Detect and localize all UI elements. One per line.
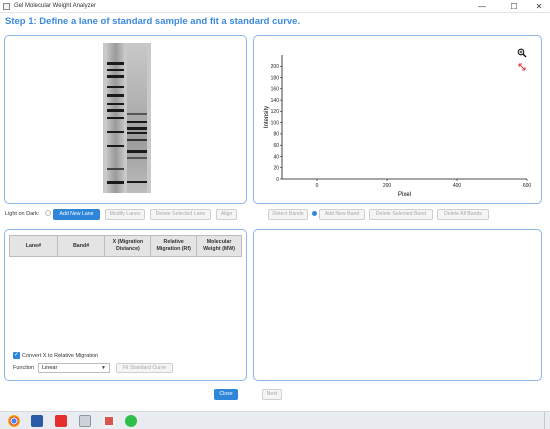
function-label: Function [13,365,35,371]
header-band[interactable]: Band# [56,235,106,257]
chevron-down-icon: ▼ [101,365,106,371]
show-desktop-button[interactable] [544,412,550,429]
y-tick-label: 40 [273,154,279,160]
y-tick-label: 20 [273,166,279,172]
delete-selected-lane-button[interactable]: Delete Selected Lane [150,209,211,220]
gel-band [107,62,124,65]
light-on-dark-toggle[interactable] [45,210,51,216]
x-tick-label: 200 [383,183,392,189]
gel-band [127,150,147,153]
window-title: Gel Molecular Weight Analyzer [14,3,96,9]
intensity-chart[interactable]: 0 20 40 60 80 100 120 140 160 180 200 0 200 400 600 Pi… [254,36,541,203]
y-tick-label: 200 [271,64,280,70]
reset-axes-icon[interactable] [518,63,526,71]
close-window-button[interactable]: ✕ [528,0,550,13]
gel-band [127,121,147,123]
gel-lane-sample [127,43,147,193]
gel-band [107,145,124,147]
convert-relative-migration-checkbox[interactable]: ✓ [13,352,20,359]
y-tick-label: 140 [271,98,280,104]
y-axis-label: Intensity [264,106,270,128]
y-tick-label: 100 [271,120,280,126]
y-tick-label: 180 [271,75,280,81]
zoom-icon[interactable] [517,48,527,58]
y-tick-label: 120 [271,109,280,115]
window-titlebar: Gel Molecular Weight Analyzer — ☐ ✕ [0,0,550,13]
gel-band [107,75,124,78]
gel-band [107,168,124,170]
mail-icon[interactable] [103,415,115,427]
app-shield-icon[interactable] [31,415,43,427]
x-tick-label: 600 [523,183,532,189]
gel-band [127,132,147,134]
x-tick-label: 0 [316,183,319,189]
gel-band [107,117,124,119]
gel-analyzer-taskbar-icon[interactable] [79,415,91,427]
app-icon [3,3,10,10]
y-tick-label: 80 [273,132,279,138]
gel-band [107,103,124,105]
gel-band [127,181,147,183]
delete-all-bands-button[interactable]: Delete All Bands [437,209,489,220]
header-relative-migration[interactable]: Relative Migration (Rf) [150,235,198,257]
light-on-dark-label: Light on Dark: [5,211,40,217]
detect-mode-radio[interactable] [312,211,317,216]
table-header-row: Lane# Band# X (Migration Distance) Relat… [9,235,242,257]
delete-selected-band-button[interactable]: Delete Selected Band [369,209,433,220]
chrome-icon[interactable] [8,415,20,427]
add-new-lane-button[interactable]: Add New Lane [53,209,100,220]
gel-band [127,113,147,115]
close-button[interactable]: Close [214,389,238,400]
gel-band [107,109,124,112]
gel-image-panel [4,35,247,204]
step-title: Step 1: Define a lane of standard sample… [5,16,301,27]
header-migration-distance[interactable]: X (Migration Distance) [104,235,152,257]
gel-band [127,139,147,141]
gel-band [107,181,124,184]
maximize-button[interactable]: ☐ [503,0,525,13]
gel-band [107,94,124,97]
modify-lanes-button[interactable]: Modify Lanes [105,209,145,220]
chart-axes: 0 20 40 60 80 100 120 140 160 180 200 0 200 400 600 [271,55,532,189]
gel-image[interactable] [103,43,151,193]
minimize-button[interactable]: — [471,0,493,13]
fit-standard-curve-button[interactable]: Fit Standard Curve [116,363,173,373]
red-app-icon[interactable] [55,415,67,427]
gel-band [127,127,147,130]
taskbar [0,411,550,429]
add-new-band-button[interactable]: Add New Band [319,209,365,220]
function-select-value: Linear [42,365,58,371]
intensity-plot-panel: 0 20 40 60 80 100 120 140 160 180 200 0 200 400 600 Pi… [253,35,542,204]
convert-relative-migration-label: Convert X to Relative Migration [22,353,99,359]
y-tick-label: 160 [271,87,280,93]
y-tick-label: 60 [273,143,279,149]
x-axis-label: Pixel [398,192,411,198]
gel-band [107,69,124,71]
y-tick-label: 0 [276,177,279,183]
gel-band [107,86,124,88]
gel-band [127,157,147,159]
next-button[interactable]: Next [262,389,282,400]
band-table-panel: Lane# Band# X (Migration Distance) Relat… [4,229,247,381]
align-button[interactable]: Align [216,209,237,220]
wechat-icon[interactable] [125,415,137,427]
detect-bands-button[interactable]: Detect Bands [268,209,308,220]
band-table: Lane# Band# X (Migration Distance) Relat… [9,235,242,257]
gel-band [107,131,124,133]
x-tick-label: 400 [453,183,462,189]
header-molecular-weight[interactable]: Molecular Weight (MW) [196,235,242,257]
function-select[interactable]: Linear ▼ [38,363,110,373]
standard-curve-panel [253,229,542,381]
header-lane[interactable]: Lane# [9,235,58,257]
gel-lane-ladder [107,43,124,193]
